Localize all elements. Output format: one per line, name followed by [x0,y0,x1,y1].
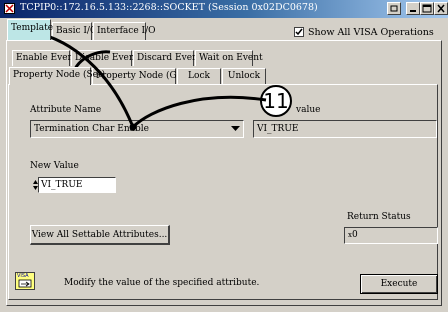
view-all-attributes-button[interactable]: View All Settable Attributes... [30,225,170,245]
visa-vi-icon: VISA [15,272,35,290]
new-value-label: New Value [30,161,79,171]
attribute-name-label: Attribute Name [30,105,102,115]
execute-button[interactable]: Execute [360,274,438,294]
new-value-input[interactable]: VI_TRUE [38,177,116,193]
tab-wait-on-event[interactable]: Wait on Event [195,50,263,66]
tab-template[interactable]: Template [7,19,53,40]
callout-badge: 11 [260,85,292,117]
show-all-visa-label: Show All VISA Operations [308,27,434,38]
tab-lock[interactable]: Lock [177,68,221,84]
tab-enable-event[interactable]: Enable Event [12,50,77,66]
close-button[interactable] [434,2,448,15]
new-value-text: VI_TRUE [41,180,83,190]
return-status-field: x 0 [344,227,438,244]
title-bar: TCPIP0::172.16.5.133::2268::SOCKET (Sess… [0,0,448,18]
return-status-label: Return Status [347,212,411,222]
attribute-name-combo[interactable]: Termination Char Enable [30,120,244,138]
tab-basic-io[interactable]: Basic I/O [52,22,97,40]
attribute-name-value: Termination Char Enable [34,124,149,134]
current-value-label: value [296,105,321,115]
current-value-field: VI_TRUE [253,120,437,138]
description-text: Modify the value of the specified attrib… [64,278,260,288]
current-value-text: VI_TRUE [257,124,299,134]
restore-down-icon[interactable] [387,2,401,15]
maximize-button[interactable] [420,2,434,15]
tab-property-node-set[interactable]: Property Node (Set) [9,67,105,85]
minimize-button[interactable] [406,2,420,15]
window-title: TCPIP0::172.16.5.133::2268::SOCKET (Sess… [20,2,318,13]
tab-discard-events[interactable]: Discard Events [133,50,206,66]
chevron-down-icon[interactable] [231,126,240,132]
tab-unlock[interactable]: Unlock [222,68,266,84]
show-all-visa-checkbox[interactable] [294,27,304,37]
tab-interface-io[interactable]: Interface I/O [93,22,156,40]
return-status-value: 0 [352,230,358,240]
tab-disable-event[interactable]: Disable Event [71,50,138,66]
show-all-visa-row[interactable]: Show All VISA Operations [294,27,434,38]
app-icon[interactable] [4,3,15,14]
